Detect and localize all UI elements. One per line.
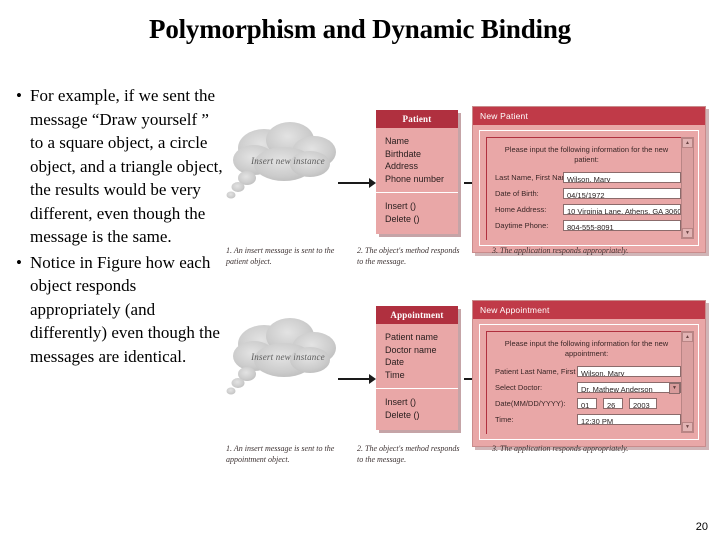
caption-step-1: 1. An insert message is sent to the pati… — [226, 246, 335, 266]
dialog-body: Please input the following information f… — [479, 324, 699, 440]
class-attribute: Phone number — [385, 173, 445, 184]
caption-step-3: 3. The application responds appropriatel… — [492, 444, 629, 453]
caption-step-1: 1. An insert message is sent to the appo… — [226, 444, 335, 464]
class-attribute: Date — [385, 357, 405, 367]
form-row: Select Doctor: Dr. Mathew Anderson ▼ — [487, 382, 694, 394]
dialog-title-bar: New Appointment — [473, 301, 705, 319]
field-label: Date(MM/DD/YYYY): — [495, 399, 566, 408]
dialog-body: Please input the following information f… — [479, 130, 699, 246]
dialog-title-bar: New Patient — [473, 107, 705, 125]
dialog-new-patient[interactable]: New Patient Please input the following i… — [472, 106, 706, 253]
dialog-new-appointment[interactable]: New Appointment Please input the followi… — [472, 300, 706, 447]
bullet-marker: • — [16, 86, 22, 105]
scroll-down-icon[interactable]: ▼ — [682, 422, 693, 432]
form-row: Home Address: 10 Virginia Lane, Athens, … — [487, 204, 694, 215]
class-box-title: Patient — [376, 110, 458, 128]
figure-row-patient: Insert new instance Patient Name Birthda… — [224, 96, 716, 284]
field-label: Patient Last Name, First Name: — [495, 367, 600, 376]
list-item: • For example, if we sent the message “D… — [8, 84, 223, 249]
dialog-inner-panel: Please input the following information f… — [486, 137, 694, 240]
class-operation: Delete () — [385, 409, 420, 420]
field-label: Date of Birth: — [495, 189, 539, 198]
class-operation: Delete () — [385, 213, 420, 224]
field-label: Time: — [495, 415, 514, 424]
class-box-appointment: Appointment Patient name Doctor name Dat… — [376, 306, 458, 430]
scroll-up-icon[interactable]: ▲ — [682, 138, 693, 148]
patient-name-field[interactable]: Wilson, Mary — [577, 366, 681, 377]
dialog-scrollbar[interactable]: ▲ ▼ — [681, 137, 694, 239]
dialog-prompt: Please input the following information f… — [504, 339, 669, 358]
scroll-up-icon[interactable]: ▲ — [682, 332, 693, 342]
bullet-marker: • — [16, 252, 22, 272]
home-address-field[interactable]: 10 Virginia Lane, Athens, GA 30605 — [563, 204, 681, 215]
class-box-patient: Patient Name Birthdate Address Phone num… — [376, 110, 458, 234]
form-row: Last Name, First Name: Wilson, Mary — [487, 172, 694, 183]
caption-step-2: 2. The object's method responds to the m… — [357, 246, 460, 266]
field-label: Daytime Phone: — [495, 221, 549, 230]
class-operation: Insert () — [385, 397, 417, 407]
class-box-operations: Insert () Delete () — [376, 193, 458, 234]
arrow-cloud-to-class — [338, 374, 376, 384]
class-box-operations: Insert () Delete () — [376, 389, 458, 430]
figure-diagram: Insert new instance Patient Name Birthda… — [224, 96, 716, 488]
cloud-label: Insert new instance — [251, 156, 325, 166]
select-doctor-value[interactable]: Dr. Mathew Anderson — [577, 382, 681, 393]
daytime-phone-field[interactable]: 804-555-8091 — [563, 220, 681, 231]
date-month-field[interactable]: 01 — [577, 398, 597, 409]
field-label: Home Address: — [495, 205, 547, 214]
class-attribute: Address — [385, 161, 419, 171]
list-item: • Notice in Figure how each object respo… — [8, 251, 223, 369]
form-row: Time: 12:30 PM — [487, 414, 694, 425]
dialog-prompt: Please input the following information f… — [504, 145, 669, 164]
bullet-list: • For example, if we sent the message “D… — [8, 84, 223, 370]
chevron-down-icon[interactable]: ▼ — [669, 383, 680, 394]
date-of-birth-field[interactable]: 04/15/1972 — [563, 188, 681, 199]
date-day-field[interactable]: 26 — [603, 398, 623, 409]
caption-step-3: 3. The application responds appropriatel… — [492, 246, 629, 255]
class-attribute: Doctor name — [385, 344, 437, 355]
thought-cloud-icon: Insert new instance — [224, 304, 346, 414]
class-attribute: Patient name — [385, 332, 439, 342]
class-attribute: Name — [385, 136, 410, 146]
class-operation: Insert () — [385, 201, 417, 211]
last-first-name-field[interactable]: Wilson, Mary — [563, 172, 681, 183]
thought-cloud-icon: Insert new instance — [224, 108, 346, 218]
form-row: Date of Birth: 04/15/1972 — [487, 188, 694, 199]
field-label: Last Name, First Name: — [495, 173, 575, 182]
class-box-title: Appointment — [376, 306, 458, 324]
field-label: Select Doctor: — [495, 383, 543, 392]
page-number: 20 — [695, 521, 708, 533]
select-doctor-combo[interactable]: Dr. Mathew Anderson ▼ — [577, 382, 681, 394]
form-row: Date(MM/DD/YYYY): 01 26 2003 — [487, 398, 694, 409]
class-box-attributes: Name Birthdate Address Phone number — [376, 128, 458, 193]
class-attribute: Time — [385, 369, 405, 380]
form-row: Patient Last Name, First Name: Wilson, M… — [487, 366, 694, 377]
time-field[interactable]: 12:30 PM — [577, 414, 681, 425]
date-year-field[interactable]: 2003 — [629, 398, 657, 409]
class-box-attributes: Patient name Doctor name Date Time — [376, 324, 458, 389]
bullet-text: Notice in Figure how each object respond… — [30, 252, 220, 366]
scroll-down-icon[interactable]: ▼ — [682, 228, 693, 238]
form-row: Daytime Phone: 804-555-8091 — [487, 220, 694, 231]
dialog-scrollbar[interactable]: ▲ ▼ — [681, 331, 694, 433]
bullet-text: For example, if we sent the message “Dra… — [30, 86, 223, 246]
caption-step-2: 2. The object's method responds to the m… — [357, 444, 460, 464]
cloud-label: Insert new instance — [251, 352, 325, 362]
arrow-cloud-to-class — [338, 178, 376, 188]
class-attribute: Birthdate — [385, 148, 422, 159]
page-title: Polymorphism and Dynamic Binding — [149, 14, 571, 44]
figure-row-appointment: Insert new instance Appointment Patient … — [224, 292, 716, 480]
dialog-inner-panel: Please input the following information f… — [486, 331, 694, 434]
